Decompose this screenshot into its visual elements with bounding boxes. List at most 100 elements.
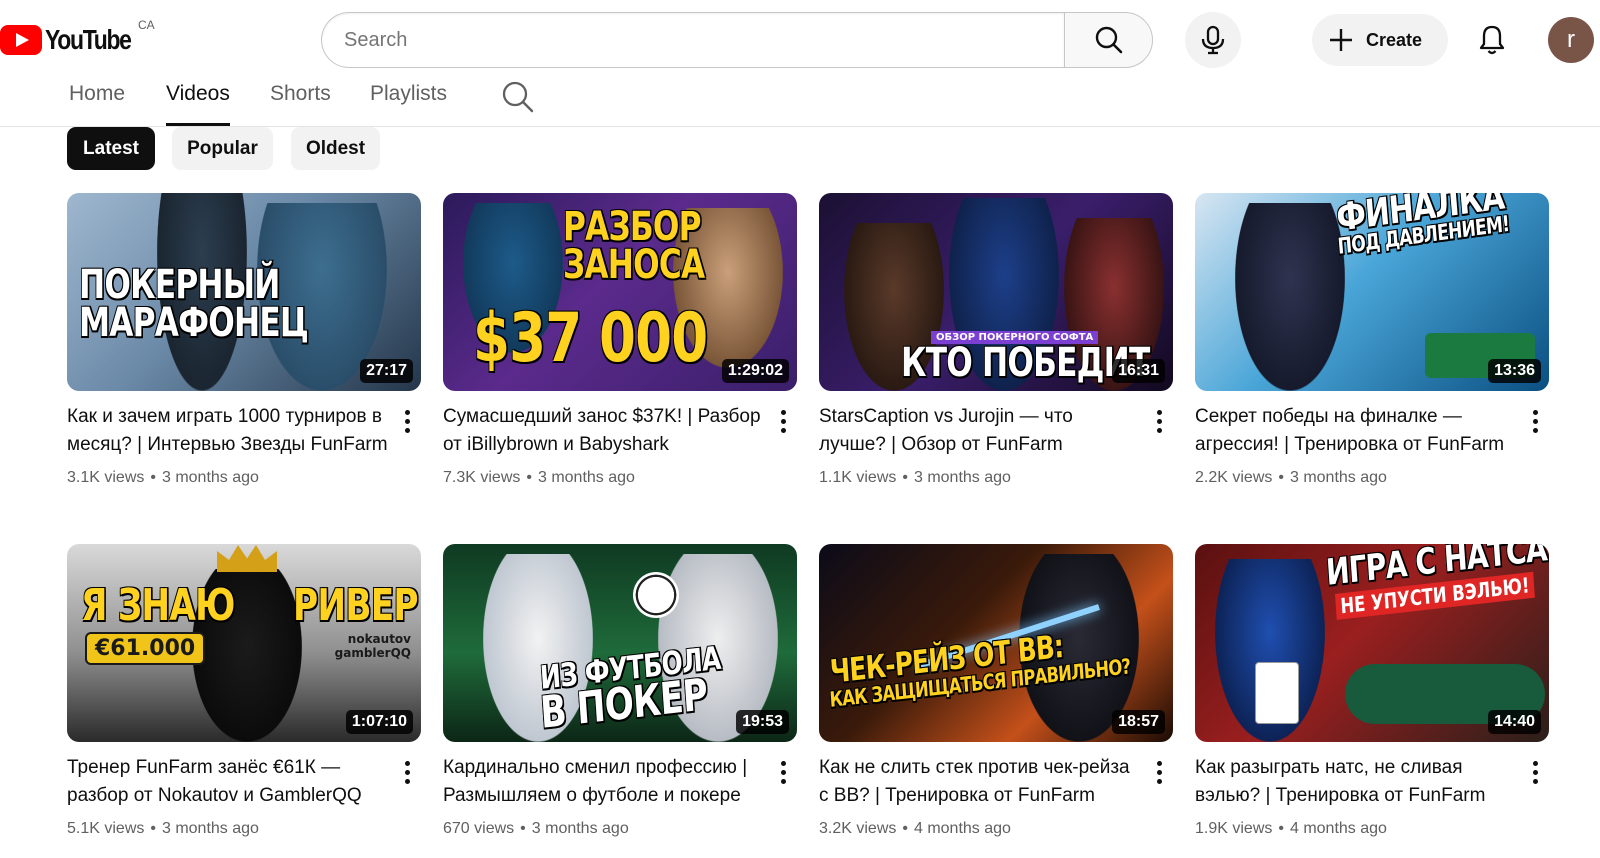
thumbnail-text: nokautov [347, 632, 411, 646]
upload-age: 3 months ago [531, 820, 629, 837]
thumbnail-text: €61.000 [85, 632, 206, 665]
video-duration: 1:29:02 [721, 359, 789, 383]
video-duration: 27:17 [360, 359, 413, 383]
video-meta: 2.2K views • 3 months ago [1195, 469, 1387, 486]
video-meta: 5.1K views • 3 months ago [67, 820, 259, 837]
more-vertical-icon[interactable] [1525, 407, 1545, 435]
video-thumbnail[interactable]: ИГРА С НАТСАМИ: НЕ УПУСТИ ВЭЛЬЮ! 14:40 [1195, 544, 1549, 742]
video-card: ИГРА С НАТСАМИ: НЕ УПУСТИ ВЭЛЬЮ! 14:40 К… [1195, 544, 1549, 858]
more-vertical-icon[interactable] [397, 758, 417, 786]
video-duration: 1:07:10 [345, 710, 413, 734]
notifications-button[interactable] [1464, 12, 1520, 68]
thumbnail-text: gamblerQQ [334, 646, 411, 660]
more-vertical-icon[interactable] [397, 407, 417, 435]
thumbnail-text: РАЗБОР [563, 204, 701, 250]
view-count: 2.2K views [1195, 469, 1273, 486]
youtube-logo[interactable]: YouTube CA [0, 18, 155, 58]
chip-popular[interactable]: Popular [172, 127, 273, 170]
more-vertical-icon[interactable] [1149, 758, 1169, 786]
search-button[interactable] [1064, 12, 1153, 68]
video-title[interactable]: Как и зачем играть 1000 турниров в месяц… [67, 403, 389, 459]
video-duration: 14:40 [1488, 710, 1541, 734]
create-button[interactable]: Create [1312, 14, 1448, 66]
video-title[interactable]: Кардинально сменил профессию | Размышляе… [443, 754, 765, 810]
upload-age: 3 months ago [1289, 469, 1387, 486]
upload-age: 4 months ago [1289, 820, 1387, 837]
search-box[interactable] [321, 12, 1064, 68]
tab-shorts[interactable]: Shorts [270, 82, 331, 126]
video-thumbnail[interactable]: ОБЗОР ПОКЕРНОГО СОФТА КТО ПОБЕДИТ 16:31 [819, 193, 1173, 391]
view-count: 1.9K views [1195, 820, 1273, 837]
thumbnail-text: ЗАНОСА [563, 242, 705, 288]
video-card: ИЗ ФУТБОЛА В ПОКЕР 19:53 Кардинально сме… [443, 544, 797, 858]
thumbnail-text: ПОКЕРНЫЙ [79, 262, 280, 308]
more-vertical-icon[interactable] [1149, 407, 1169, 435]
video-card: ЧЕК-РЕЙЗ ОТ BB: КАК ЗАЩИЩАТЬСЯ ПРАВИЛЬНО… [819, 544, 1173, 858]
video-card: Я ЗНАЮ РИВЕР €61.000 nokautov gamblerQQ … [67, 544, 421, 858]
video-thumbnail[interactable]: ФИНАЛКА ПОД ДАВЛЕНИЕМ! 13:36 [1195, 193, 1549, 391]
more-vertical-icon[interactable] [773, 407, 793, 435]
more-vertical-icon[interactable] [773, 758, 793, 786]
video-thumbnail[interactable]: Я ЗНАЮ РИВЕР €61.000 nokautov gamblerQQ … [67, 544, 421, 742]
view-count: 3.1K views [67, 469, 145, 486]
video-meta: 3.2K views • 4 months ago [819, 820, 1011, 837]
thumbnail-text: $37 000 [473, 299, 708, 378]
create-label: Create [1366, 29, 1423, 50]
video-meta: 1.9K views • 4 months ago [1195, 820, 1387, 837]
view-count: 7.3K views [443, 469, 521, 486]
video-thumbnail[interactable]: ИЗ ФУТБОЛА В ПОКЕР 19:53 [443, 544, 797, 742]
country-code: CA [138, 18, 155, 32]
video-duration: 19:53 [736, 710, 789, 734]
tab-home[interactable]: Home [69, 82, 125, 126]
video-card: ФИНАЛКА ПОД ДАВЛЕНИЕМ! 13:36 Секрет побе… [1195, 193, 1549, 513]
video-duration: 18:57 [1112, 710, 1165, 734]
voice-search-button[interactable] [1185, 12, 1241, 68]
search-input[interactable] [344, 28, 1064, 52]
video-duration: 16:31 [1112, 359, 1165, 383]
search-icon [1095, 26, 1122, 54]
logo-text: YouTube [45, 24, 132, 55]
microphone-icon [1201, 25, 1225, 55]
tab-videos[interactable]: Videos [166, 82, 230, 126]
tab-playlists[interactable]: Playlists [370, 82, 447, 126]
masthead: YouTube CA Create r [0, 0, 1600, 80]
view-count: 5.1K views [67, 820, 145, 837]
thumbnail-text: Я ЗНАЮ [81, 580, 235, 631]
video-duration: 13:36 [1488, 359, 1541, 383]
upload-age: 3 months ago [537, 469, 635, 486]
video-meta: 670 views • 3 months ago [443, 820, 629, 837]
avatar[interactable]: r [1548, 17, 1594, 63]
more-vertical-icon[interactable] [1525, 758, 1545, 786]
channel-tabs: Home Videos Shorts Playlists [0, 74, 1600, 127]
channel-search-button[interactable] [501, 80, 537, 116]
chip-latest[interactable]: Latest [67, 127, 155, 170]
video-card: ОБЗОР ПОКЕРНОГО СОФТА КТО ПОБЕДИТ 16:31 … [819, 193, 1173, 513]
thumbnail-text: МАРАФОНЕЦ [79, 300, 309, 346]
youtube-logo-icon [0, 25, 42, 55]
video-card: ПОКЕРНЫЙ МАРАФОНЕЦ 27:17 Как и зачем игр… [67, 193, 421, 513]
video-thumbnail[interactable]: ЧЕК-РЕЙЗ ОТ BB: КАК ЗАЩИЩАТЬСЯ ПРАВИЛЬНО… [819, 544, 1173, 742]
video-title[interactable]: Как разыграть натс, не сливая вэлью? | Т… [1195, 754, 1517, 810]
view-count: 670 views [443, 820, 515, 837]
upload-age: 4 months ago [913, 820, 1011, 837]
video-meta: 7.3K views • 3 months ago [443, 469, 635, 486]
view-count: 3.2K views [819, 820, 897, 837]
thumbnail-text: РИВЕР [293, 580, 419, 631]
video-thumbnail[interactable]: РАЗБОР ЗАНОСА $37 000 1:29:02 [443, 193, 797, 391]
video-meta: 1.1K views • 3 months ago [819, 469, 1011, 486]
upload-age: 3 months ago [161, 820, 259, 837]
chip-oldest[interactable]: Oldest [291, 127, 380, 170]
video-title[interactable]: Сумасшедший занос $37K! | Разбор от iBil… [443, 403, 765, 459]
bell-icon [1479, 25, 1505, 55]
video-title[interactable]: Как не слить стек против чек-рейза с BB?… [819, 754, 1141, 810]
video-meta: 3.1K views • 3 months ago [67, 469, 259, 486]
view-count: 1.1K views [819, 469, 897, 486]
search-icon [502, 81, 534, 113]
video-thumbnail[interactable]: ПОКЕРНЫЙ МАРАФОНЕЦ 27:17 [67, 193, 421, 391]
video-card: РАЗБОР ЗАНОСА $37 000 1:29:02 Сумасшедши… [443, 193, 797, 513]
video-title[interactable]: StarsCaption vs Jurojin — что лучше? | О… [819, 403, 1141, 459]
upload-age: 3 months ago [161, 469, 259, 486]
plus-icon [1330, 29, 1352, 51]
video-title[interactable]: Тренер FunFarm занёс €61К — разбор от No… [67, 754, 389, 810]
video-title[interactable]: Секрет победы на финалке — агрессия! | Т… [1195, 403, 1517, 459]
